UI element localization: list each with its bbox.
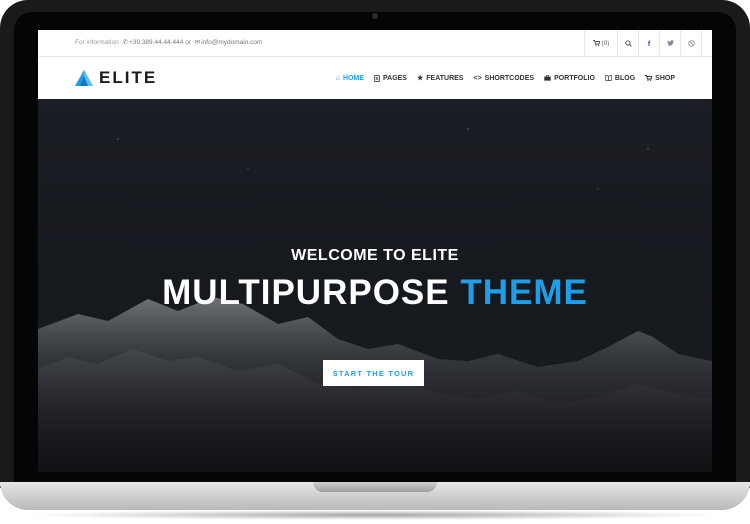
- top-info-bar: For information ✆+39.389.44.44.444 or ✉i…: [38, 30, 712, 57]
- logo-text: ELITE: [99, 68, 158, 87]
- facebook-button[interactable]: f: [638, 30, 659, 56]
- hero-title-main: MULTIPURPOSE: [162, 273, 450, 312]
- main-menu: ⌂ HOME PAGES ★ FEATURES <> SHORTCODES PO…: [326, 57, 675, 99]
- contact-info: For information ✆+39.389.44.44.444 or ✉i…: [75, 30, 262, 56]
- email-link[interactable]: info@mydomain.com: [201, 39, 262, 46]
- nav-shortcodes-label: SHORTCODES: [484, 74, 535, 82]
- start-tour-button[interactable]: START THE TOUR: [323, 360, 424, 386]
- nav-features-label: FEATURES: [426, 74, 464, 82]
- logo-triangle-icon: [75, 70, 93, 86]
- nav-shortcodes[interactable]: <> SHORTCODES: [473, 75, 534, 82]
- nav-features[interactable]: ★ FEATURES: [416, 74, 464, 83]
- twitter-icon: [666, 40, 674, 46]
- hero-title-accent: THEME: [460, 273, 588, 312]
- laptop-notch: [313, 482, 437, 492]
- nav-pages[interactable]: PAGES: [374, 75, 407, 82]
- star-icon: ★: [416, 75, 424, 82]
- phone-number[interactable]: +39.389.44.44.444: [129, 39, 183, 46]
- cart-button[interactable]: (0): [584, 30, 617, 56]
- main-navbar: ELITE ⌂ HOME PAGES ★ FEATURES <> SHORTCO…: [38, 57, 712, 99]
- cart-icon: [645, 75, 653, 81]
- nav-home-label: HOME: [342, 74, 364, 82]
- contact-label: For information: [75, 39, 119, 46]
- nav-portfolio[interactable]: PORTFOLIO: [544, 75, 595, 82]
- briefcase-icon: [544, 75, 551, 81]
- phone-icon: ✆: [122, 39, 128, 46]
- book-icon: [604, 75, 612, 81]
- laptop-screen: For information ✆+39.389.44.44.444 or ✉i…: [38, 30, 712, 472]
- site-logo[interactable]: ELITE: [75, 69, 157, 87]
- top-actions: (0) f: [584, 30, 702, 56]
- nav-home[interactable]: ⌂ HOME: [336, 75, 364, 82]
- nav-blog-label: BLOG: [614, 74, 636, 82]
- facebook-icon: f: [647, 38, 651, 48]
- or-text: or: [185, 39, 191, 46]
- nav-pages-label: PAGES: [382, 74, 407, 82]
- mail-icon: ✉: [194, 39, 201, 46]
- hero-title: MULTIPURPOSE THEME: [38, 273, 712, 313]
- search-icon: [624, 39, 632, 47]
- cart-icon: [592, 40, 600, 46]
- home-icon: ⌂: [335, 74, 340, 82]
- dribbble-button[interactable]: [680, 30, 702, 56]
- laptop-shadow: [22, 510, 728, 520]
- cart-count: (0): [601, 39, 610, 47]
- nav-shop-label: SHOP: [655, 74, 675, 82]
- search-button[interactable]: [617, 30, 638, 56]
- pages-icon: [374, 74, 380, 82]
- code-icon: <>: [473, 74, 482, 82]
- dribbble-icon: [687, 39, 695, 47]
- hero-subtitle: WELCOME TO ELITE: [291, 247, 459, 264]
- nav-portfolio-label: PORTFOLIO: [554, 74, 595, 82]
- nav-blog[interactable]: BLOG: [604, 74, 636, 82]
- nav-shop[interactable]: SHOP: [645, 75, 675, 82]
- hero-section: WELCOME TO ELITE MULTIPURPOSE THEME STAR…: [38, 99, 712, 472]
- twitter-button[interactable]: [659, 30, 680, 56]
- webcam-icon: [372, 13, 378, 19]
